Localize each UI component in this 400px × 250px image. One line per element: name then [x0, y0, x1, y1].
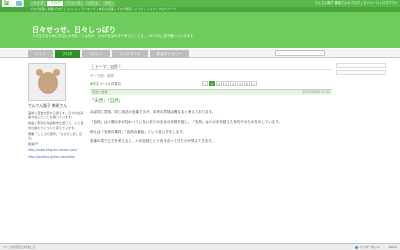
site-nav-bar: iz トップ ブログ ニュース コミュ ナビ でんでん猫子 美術さんのブログ |…	[0, 0, 400, 7]
entry-paragraph: 言葉の成り立ちを考えると、人が自然とどう向き合ってきたかが見えてきます。	[90, 139, 215, 144]
zoom-level[interactable]: 100%	[388, 244, 397, 250]
tab-bookmark[interactable]: ブックマーク	[111, 50, 148, 58]
security-zone: インターネット	[354, 244, 380, 250]
zone-label: インターネット	[358, 245, 380, 249]
tab-blog[interactable]: ブログ	[54, 50, 80, 58]
globe-icon	[354, 245, 358, 249]
profile-text-2: 絵画と彫刻の作品制作を通じて、人と自然の関わりについて考えています。	[28, 121, 84, 130]
site-tab-top[interactable]: トップ	[30, 1, 47, 6]
page-3[interactable]: 3	[223, 80, 230, 86]
result-range: 6件中 1〜10 件表示	[90, 81, 122, 86]
tab-comment[interactable]: コメント	[81, 50, 110, 58]
blog-tab-nav: トップ ブログ コメント ブックマーク 作品ギャラリー	[0, 49, 400, 58]
page-next[interactable]: »	[251, 80, 258, 86]
pagination: 6件中 1〜10 件表示 « 1 2 3 4 5 6 »	[90, 80, 332, 86]
entry-meta-bar: 天然と自然 2012/08/04 21:34	[90, 89, 332, 95]
blog-description: 人が生きるために本当に大切なことは何か、日々の生活の中で考えたことを、つれづれに…	[32, 34, 197, 38]
profile-text-1: 美術と音楽を愛する者です。日々の出来事や感じたことを綴っています。	[28, 111, 84, 120]
bear-avatar-icon	[36, 69, 60, 94]
site-logo[interactable]: iz	[2, 0, 24, 7]
theme-header: ［ テーマ：自然 ］	[90, 64, 123, 69]
entry-title[interactable]: 「天然」「自然」	[90, 98, 332, 104]
site-tab-news[interactable]: ニュース	[64, 1, 84, 6]
blog-search-input[interactable]	[275, 50, 325, 56]
tab-gallery[interactable]: 作品ギャラリー	[149, 50, 189, 58]
profile-link[interactable]: http://www.blog.dcs-kawai.com/	[28, 148, 77, 152]
page-1[interactable]: 1	[209, 80, 216, 86]
logo-mark-icon	[16, 1, 22, 6]
entry-date: 2012/08/04 21:34	[302, 90, 330, 94]
site-tab-community[interactable]: コミュ	[84, 1, 101, 6]
blog-header: 日々せっせ、日々しっぽり 人が生きるために本当に大切なことは何か、日々の生活の中…	[0, 12, 400, 48]
sidebar-box[interactable]	[336, 63, 386, 68]
site-tab-navi[interactable]: ナビ	[101, 1, 115, 6]
tab-top[interactable]: トップ	[28, 50, 53, 58]
page-5[interactable]: 5	[237, 80, 244, 86]
avatar[interactable]	[28, 63, 66, 101]
page-2[interactable]: 2	[216, 80, 223, 86]
profile-text-3: 著書「こころの風景」「ひかりと影」ほか。	[28, 131, 83, 141]
browser-status-bar: ページが表示されました インターネット 100%	[0, 243, 400, 250]
entry-body: ほぼ同じ意味、同じ用法の言葉ですが、本来の意味は異なると考えております。 「自然…	[90, 110, 332, 145]
profile-link-2[interactable]: http://ameblo.jp/den-denneko/	[28, 155, 75, 159]
main-content: ［ テーマ：自然 ］ テーマ別：自然 6件中 1〜10 件表示 « 1 2 3 …	[90, 64, 332, 149]
page-prev[interactable]: «	[202, 80, 209, 86]
site-logo-text: iz	[4, 0, 9, 7]
profile-name[interactable]: でんでん猫子 美術さん	[28, 103, 86, 109]
entry-paragraph: 例えば「天然の素材」「自然の景色」という言い方をします。	[90, 129, 186, 134]
entry-category[interactable]: 天然と自然	[92, 90, 107, 95]
status-text: ページが表示されました	[3, 245, 36, 249]
site-tab-blog[interactable]: ブログ	[47, 1, 64, 6]
sidebar-box[interactable]	[336, 70, 386, 75]
entry-paragraph: 「自然」は人間の手が加わっていないありのままの状態を指し、「天然」は人の手を超え…	[90, 119, 282, 124]
theme-label: テーマ別：自然	[90, 74, 114, 78]
site-tabs: トップ ブログ ニュース コミュ ナビ	[30, 1, 115, 6]
right-sidebar	[336, 63, 386, 77]
entry-paragraph: ほぼ同じ意味、同じ用法の言葉ですが、本来の意味は異なると考えております。	[90, 110, 216, 114]
user-links[interactable]: でんでん猫子 美術さんのブログ | マイページ | ログアウト	[315, 1, 399, 6]
page-6[interactable]: 6	[244, 80, 251, 86]
profile-url-label: 関連HP	[28, 142, 39, 147]
page-4[interactable]: 4	[230, 80, 237, 86]
profile-sidebar: でんでん猫子 美術さん 美術と音楽を愛する者です。日々の出来事や感じたことを綴っ…	[28, 63, 86, 159]
